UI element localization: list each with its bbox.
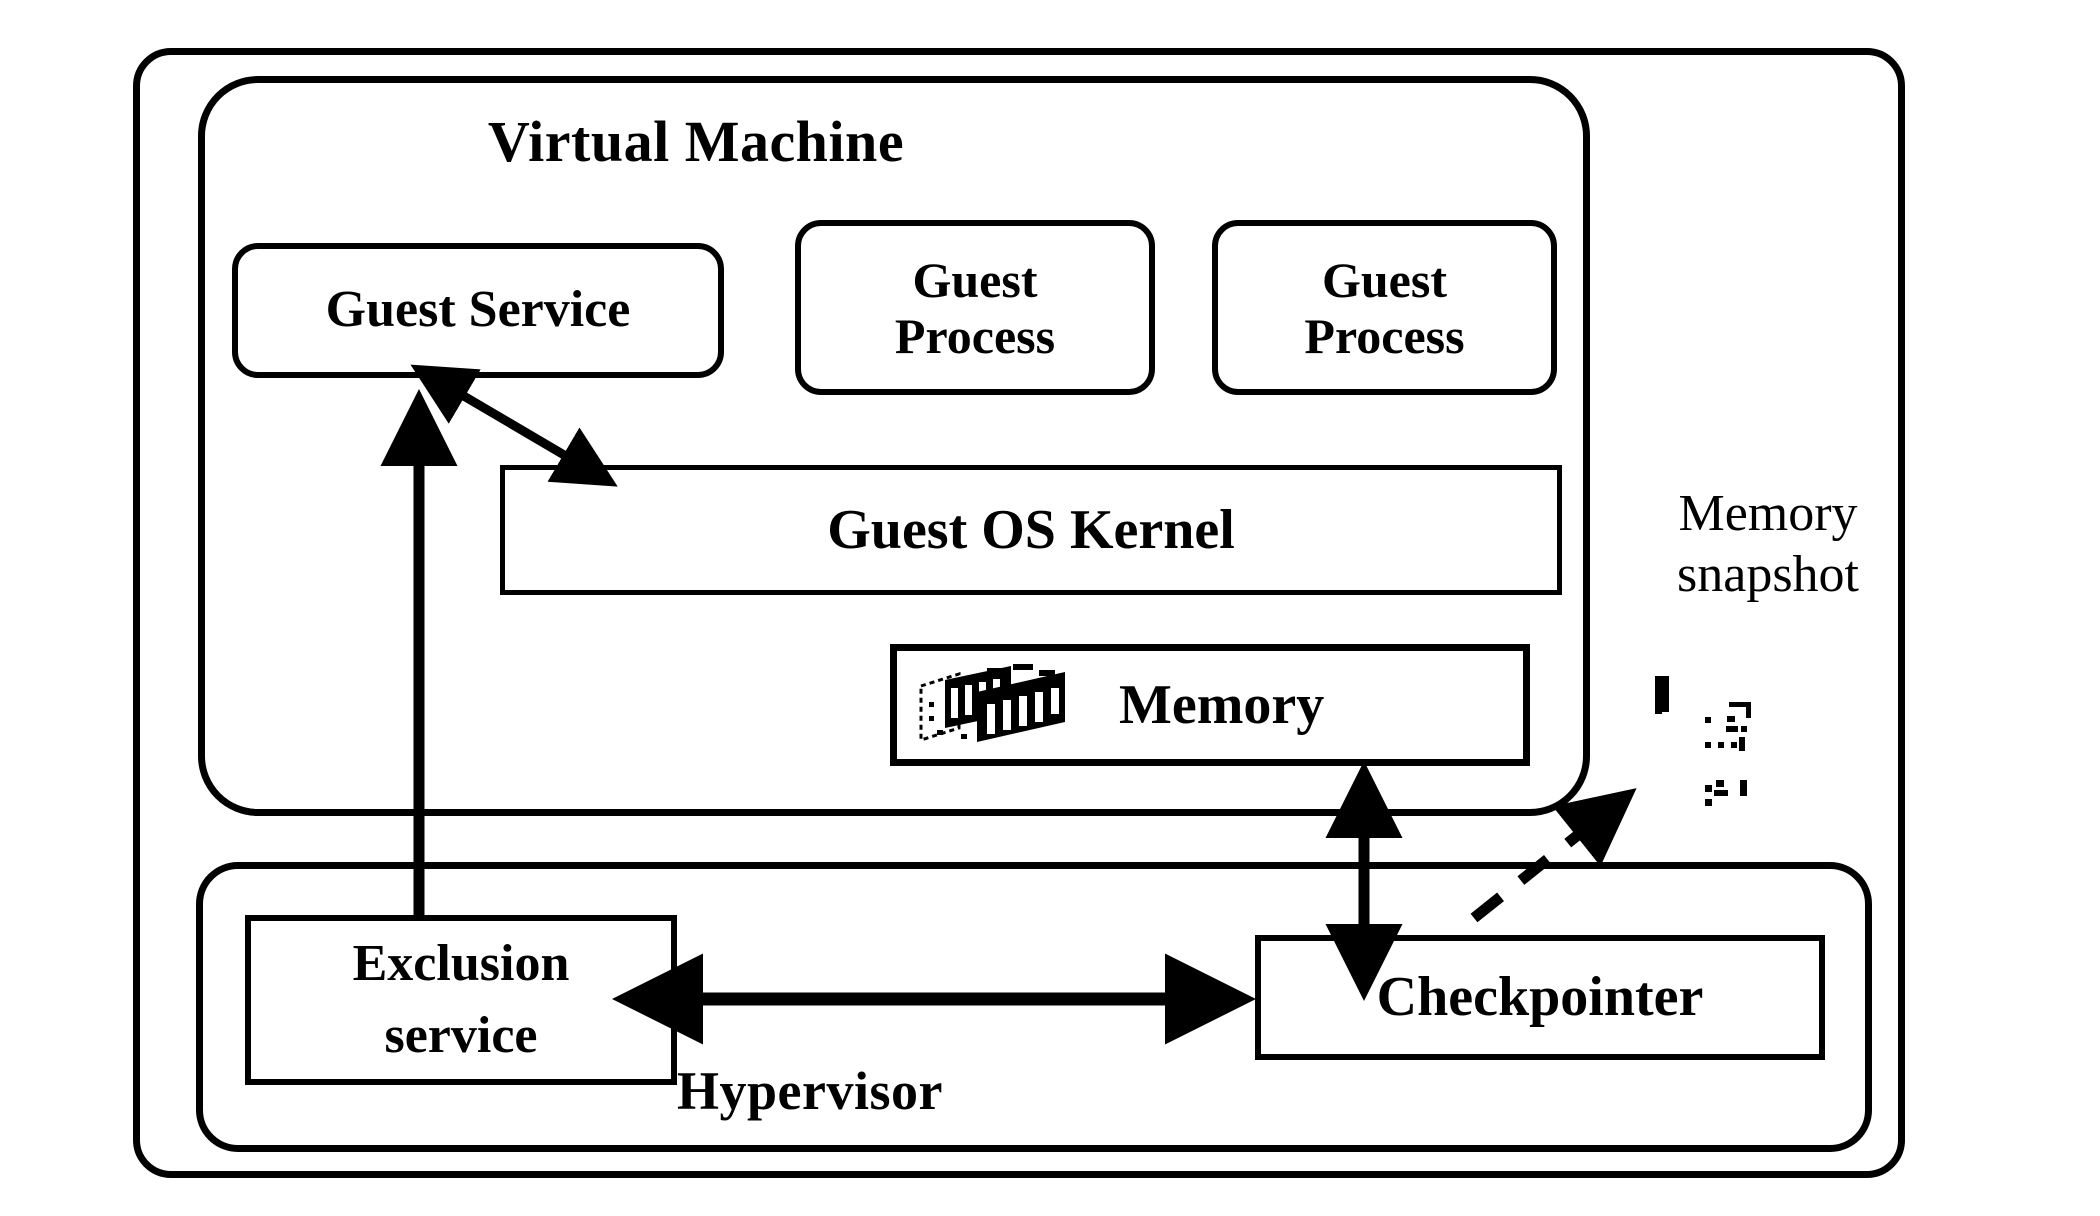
- guest-process-1-line2: Process: [894, 307, 1056, 364]
- memory-snapshot-line1: Memory: [1678, 485, 1858, 542]
- exclusion-service-line2: service: [384, 1007, 538, 1064]
- exclusion-service-box[interactable]: Exclusion service: [245, 915, 677, 1085]
- guest-process-box-1[interactable]: Guest Process: [795, 220, 1155, 395]
- guest-process-2-line1: Guest: [1321, 251, 1447, 308]
- checkpointer-label: Checkpointer: [1376, 966, 1704, 1029]
- memory-chip-icon: [915, 662, 1085, 748]
- memory-label: Memory: [1119, 673, 1325, 736]
- checkpointer-box[interactable]: Checkpointer: [1255, 935, 1825, 1060]
- guest-process-box-2[interactable]: Guest Process: [1212, 220, 1557, 395]
- virtual-machine-title: Virtual Machine: [487, 109, 905, 174]
- guest-os-kernel-box[interactable]: Guest OS Kernel: [500, 465, 1562, 595]
- guest-service-label: Guest Service: [325, 281, 631, 339]
- memory-snapshot-line2: snapshot: [1677, 546, 1859, 604]
- guest-service-box[interactable]: Guest Service: [232, 243, 724, 378]
- guest-process-1-line1: Guest: [912, 251, 1038, 308]
- memory-snapshot-annotation: Memory snapshot: [1618, 483, 1918, 606]
- diagram-canvas: Virtual Machine Hypervisor Guest Service…: [0, 0, 2100, 1216]
- guest-os-kernel-label: Guest OS Kernel: [827, 498, 1235, 561]
- memory-box[interactable]: Memory: [890, 644, 1530, 766]
- exclusion-service-line1: Exclusion: [352, 934, 570, 992]
- guest-process-2-line2: Process: [1304, 307, 1465, 364]
- hypervisor-title: Hypervisor: [677, 1061, 943, 1121]
